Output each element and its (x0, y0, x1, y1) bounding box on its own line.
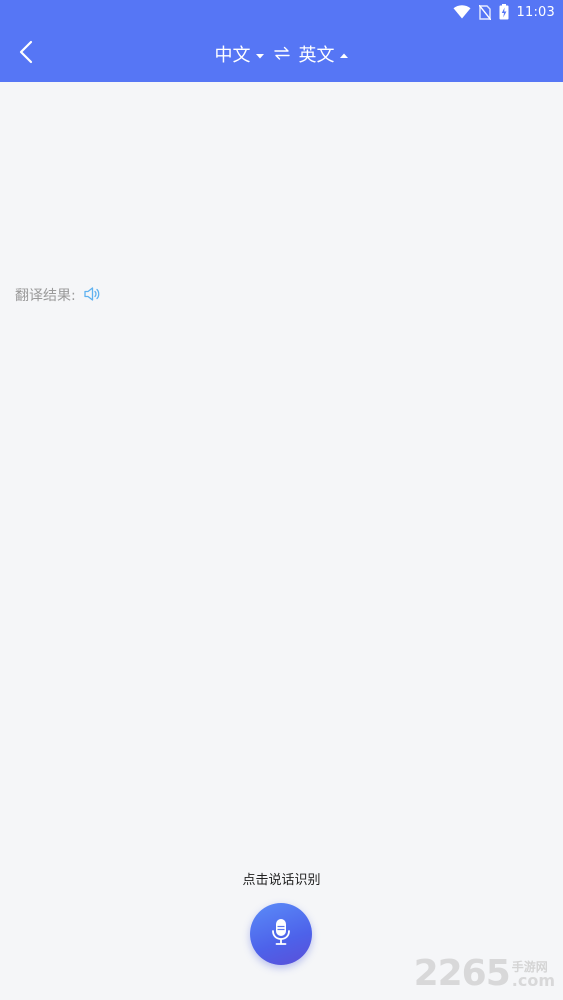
source-language-select[interactable]: 中文 (215, 41, 265, 67)
play-audio-button[interactable] (84, 286, 100, 305)
status-icons: 11:03 (453, 3, 555, 21)
watermark-text: 手游网 .com (512, 961, 555, 992)
watermark-number: 2265 (413, 953, 511, 994)
result-label: 翻译结果: (15, 288, 76, 304)
triangle-down-icon (255, 44, 265, 65)
chevron-left-icon (19, 40, 33, 68)
language-switcher: 中文 英文 (0, 38, 563, 70)
back-button[interactable] (10, 38, 42, 70)
triangle-up-icon (339, 44, 349, 65)
speaker-icon (84, 286, 100, 305)
app-header: 11:03 中文 英文 (0, 0, 563, 82)
status-time: 11:03 (516, 4, 555, 20)
site-watermark: 2265 手游网 .com (414, 956, 555, 992)
watermark-suffix: .com (511, 971, 555, 990)
target-language-label: 英文 (298, 45, 335, 66)
battery-charging-icon (499, 4, 509, 20)
voice-hint: 点击说话识别 (242, 873, 321, 888)
translation-result: 翻译结果: (15, 284, 100, 306)
target-language-select[interactable]: 英文 (299, 41, 349, 67)
source-language-label: 中文 (214, 45, 251, 66)
no-sim-icon (478, 4, 491, 20)
swap-languages-button[interactable] (271, 43, 293, 65)
microphone-button[interactable] (250, 903, 312, 965)
status-bar: 11:03 (0, 0, 563, 24)
microphone-icon (271, 918, 291, 950)
wifi-icon (453, 5, 471, 19)
swap-arrows-icon (273, 45, 290, 64)
